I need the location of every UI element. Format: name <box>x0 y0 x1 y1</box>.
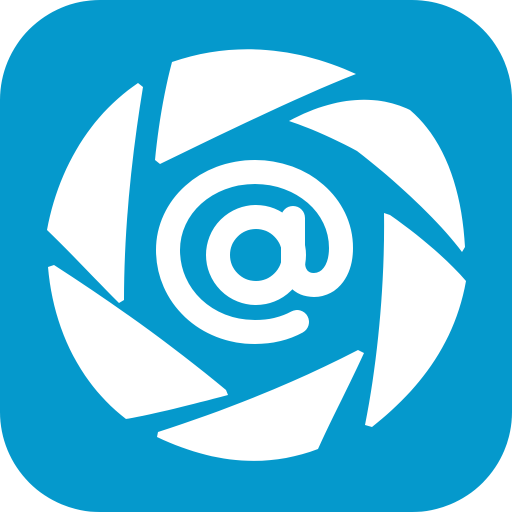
app-icon[interactable] <box>0 0 512 512</box>
aperture-at-sign-icon <box>0 0 512 512</box>
